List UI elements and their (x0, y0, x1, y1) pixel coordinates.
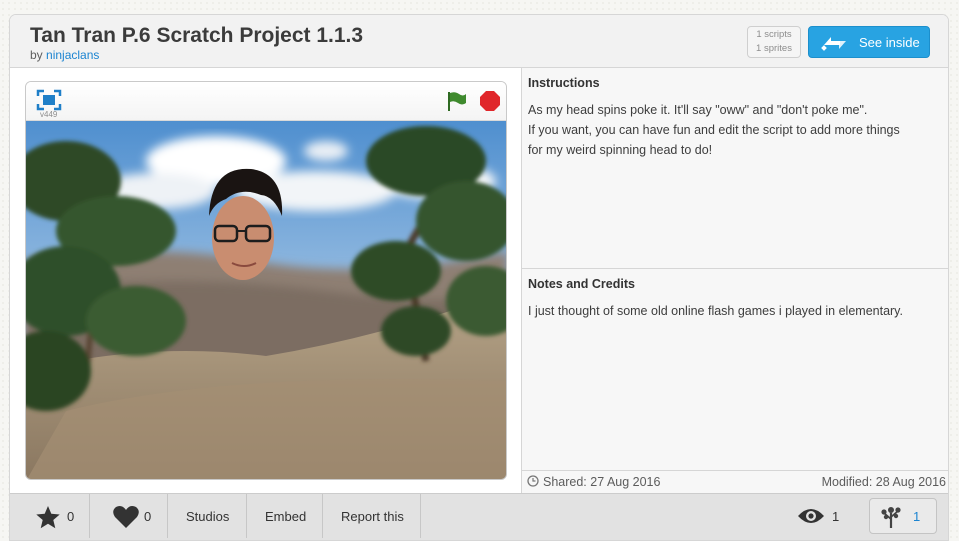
heart-icon (113, 506, 139, 528)
modified-date: Modified: 28 Aug 2016 (821, 475, 946, 489)
byline-prefix: by (30, 48, 43, 62)
shared-date: Shared: 27 Aug 2016 (543, 475, 661, 489)
panel-divider (522, 268, 948, 269)
instructions-line: If you want, you can have fun and edit t… (528, 123, 900, 137)
player-version: v449 (40, 110, 58, 119)
fullscreen-icon[interactable] (36, 89, 62, 111)
instructions-title: Instructions (528, 76, 600, 90)
favorites-count: 0 (67, 509, 75, 524)
dates-bar: Shared: 27 Aug 2016 Modified: 28 Aug 201… (522, 470, 948, 493)
instructions-line: As my head spins poke it. It'll say "oww… (528, 103, 868, 117)
instructions-line: for my weird spinning head to do! (528, 143, 713, 157)
studios-button[interactable]: Studios (168, 494, 247, 538)
loves-count: 0 (144, 509, 152, 524)
embed-label: Embed (265, 509, 307, 524)
scripts-count: 1 scripts (756, 29, 792, 40)
project-card: Tan Tran P.6 Scratch Project 1.1.3 by ni… (9, 14, 949, 541)
eye-icon (798, 509, 824, 523)
green-flag-icon[interactable] (446, 90, 468, 112)
star-icon (36, 506, 60, 529)
project-stats: 1 scripts 1 sprites (747, 26, 801, 58)
report-button[interactable]: Report this (323, 494, 421, 538)
project-title: Tan Tran P.6 Scratch Project 1.1.3 (30, 24, 364, 47)
player-controls: v449 (26, 82, 506, 121)
project-header: Tan Tran P.6 Scratch Project 1.1.3 by ni… (10, 15, 948, 68)
instructions-section: Instructions As my head spins poke it. I… (528, 76, 938, 160)
byline: by ninjaclans (30, 48, 99, 62)
author-link[interactable]: ninjaclans (46, 48, 99, 62)
love-button[interactable]: 0 (90, 494, 168, 538)
remix-count: 1 (913, 509, 921, 524)
remix-tree-button[interactable]: 1 (869, 498, 937, 534)
shared-date-wrap: Shared: 27 Aug 2016 (527, 475, 660, 489)
project-player: v449 (25, 81, 507, 480)
studios-label: Studios (186, 509, 230, 524)
notes-line: I just thought of some old online flash … (528, 304, 903, 318)
clock-icon (527, 475, 539, 487)
action-bar: 0 0 Studios Embed Report this 1 1 (10, 493, 948, 540)
see-inside-button[interactable]: See inside (808, 26, 930, 58)
instructions-text: As my head spins poke it. It'll say "oww… (528, 100, 938, 160)
views-count: 1 (832, 509, 840, 524)
remix-tree-icon (881, 507, 901, 528)
project-info-panel: Instructions As my head spins poke it. I… (521, 68, 948, 493)
see-inside-label: See inside (859, 35, 920, 50)
stop-icon[interactable] (479, 90, 501, 112)
report-label: Report this (341, 509, 404, 524)
swap-arrows-icon (821, 37, 846, 51)
notes-title: Notes and Credits (528, 277, 635, 291)
notes-text: I just thought of some old online flash … (528, 301, 938, 321)
embed-button[interactable]: Embed (247, 494, 323, 538)
project-stage[interactable] (26, 121, 507, 480)
notes-section: Notes and Credits I just thought of some… (528, 277, 938, 321)
favorite-button[interactable]: 0 (10, 494, 90, 538)
sprites-count: 1 sprites (756, 43, 792, 54)
